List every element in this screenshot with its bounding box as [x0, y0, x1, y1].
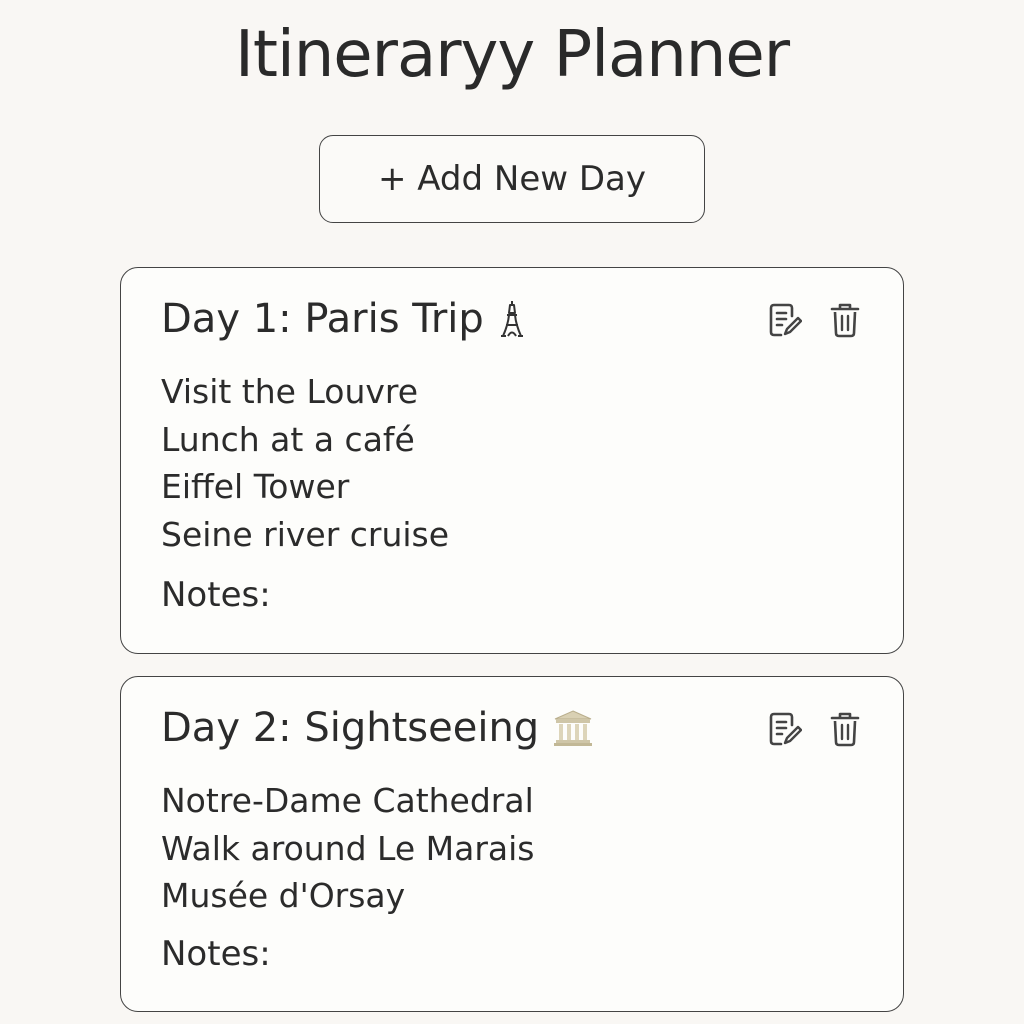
- notes-label: Notes:: [161, 934, 271, 974]
- day-card-title: Day 1: Paris Trip: [161, 296, 526, 342]
- list-item: Seine river cruise: [161, 514, 450, 554]
- list-item: Musée d'Orsay: [161, 876, 406, 915]
- day-title-text: Day 1: Paris Trip: [161, 296, 484, 342]
- trash-icon[interactable]: [827, 300, 863, 340]
- list-item: Eiffel Tower: [161, 467, 350, 506]
- list-item: Walk around Le Marais: [161, 828, 535, 868]
- list-item: Lunch at a café: [161, 419, 415, 459]
- page-title: Itineraryy Planner: [234, 18, 790, 92]
- eiffel-tower-icon: [498, 299, 526, 339]
- day-items-list: Notre-Dame Cathedral Walk around Le Mara…: [161, 777, 534, 920]
- classical-building-icon: [553, 709, 593, 747]
- itinerary-planner-page: Itineraryy Planner + Add New Day Day 1: …: [0, 0, 1024, 1024]
- notes-label: Notes:: [161, 575, 271, 615]
- trash-icon[interactable]: [827, 709, 863, 749]
- day-items-list: Visit the Louvre Lunch at a café Eiffel …: [161, 368, 449, 558]
- day-card-actions: [767, 300, 863, 340]
- list-item: Visit the Louvre: [161, 372, 419, 411]
- day-card: Day 1: Paris Trip Visit the Louvre Lunch…: [120, 267, 904, 654]
- day-card-title: Day 2: Sightseeing: [161, 705, 593, 751]
- list-item: Notre-Dame Cathedral: [161, 781, 534, 820]
- day-title-text: Day 2: Sightseeing: [161, 705, 540, 751]
- day-card: Day 2: Sightseeing Notre-Dame Cathedral …: [120, 676, 904, 1012]
- day-card-actions: [767, 709, 863, 749]
- edit-icon[interactable]: [767, 709, 803, 749]
- add-new-day-button[interactable]: + Add New Day: [319, 135, 705, 223]
- edit-icon[interactable]: [767, 300, 803, 340]
